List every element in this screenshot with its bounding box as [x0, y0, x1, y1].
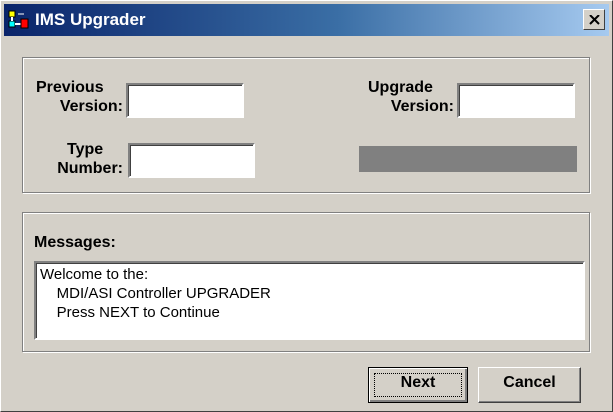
ims-upgrader-window: IMS Upgrader Previous Version: Upgrade V… [0, 0, 613, 412]
messages-box[interactable]: Welcome to the: MDI/ASI Controller UPGRA… [34, 261, 585, 340]
type-number-input[interactable] [128, 143, 255, 178]
close-button[interactable] [583, 9, 605, 30]
close-icon [589, 15, 600, 25]
message-line: MDI/ASI Controller UPGRADER [40, 285, 271, 302]
previous-version-label: Previous Version: [36, 79, 123, 115]
upgrade-version-label: Upgrade Version: [368, 79, 454, 115]
title-bar[interactable]: IMS Upgrader [4, 4, 609, 36]
next-button[interactable]: Next [368, 367, 468, 403]
next-button-label: Next [400, 374, 436, 391]
type-number-label: Type Number: [57, 141, 123, 177]
messages-label: Messages: [34, 234, 116, 251]
message-line: Press NEXT to Continue [40, 304, 220, 321]
upgrade-progress-bar [359, 146, 577, 172]
upgrade-version-input[interactable] [457, 83, 575, 118]
message-line: Welcome to the: [40, 266, 149, 283]
window-title: IMS Upgrader [35, 10, 146, 29]
ims-app-icon [8, 10, 30, 30]
cancel-button[interactable]: Cancel [478, 367, 581, 403]
cancel-button-label: Cancel [503, 374, 556, 391]
previous-version-input[interactable] [126, 83, 244, 118]
